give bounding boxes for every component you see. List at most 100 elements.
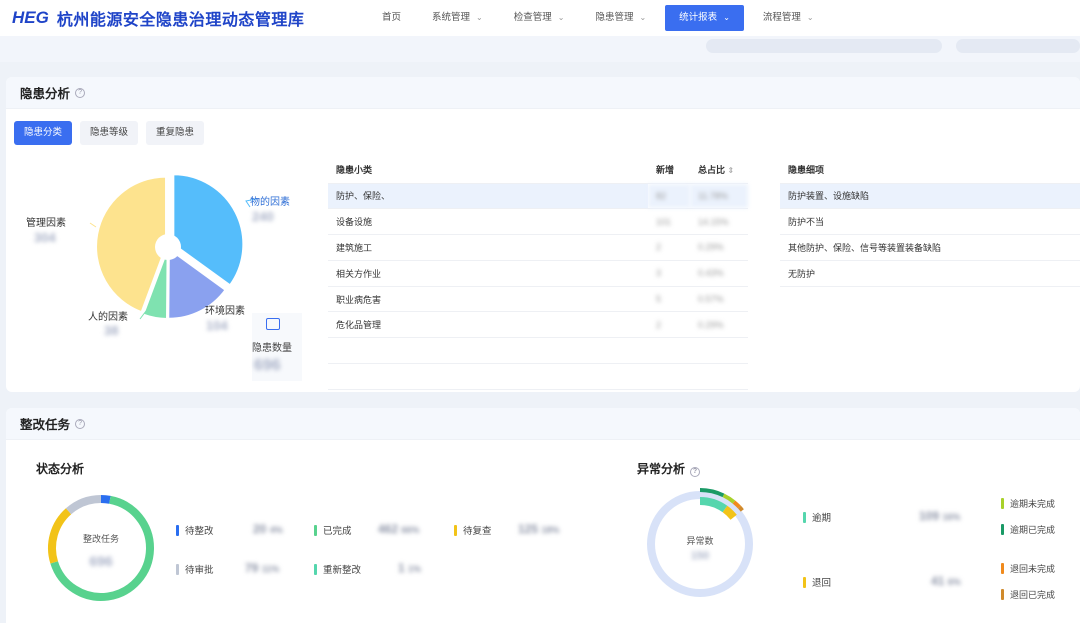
legend-color <box>803 576 806 588</box>
help-icon[interactable]: ? <box>690 467 701 477</box>
chevron-down-icon: ⌄ <box>639 13 647 22</box>
legend-value: 125 18% <box>518 522 560 536</box>
app-title: 杭州能源安全隐患治理动态管理库 <box>56 12 305 29</box>
abnormal-inner-returned[interactable] <box>722 505 737 520</box>
legend-item[interactable]: 待整改 <box>176 523 214 537</box>
cell-new: 101 <box>648 208 690 236</box>
legend-label: 退回已完成 <box>1010 590 1056 600</box>
nav-item-5[interactable]: 流程管理 ⌄ <box>751 5 826 31</box>
pie-label-ren: 人的因素 <box>88 312 128 323</box>
cell-new: 2 <box>648 311 690 339</box>
logo: HEG 杭州能源安全隐患治理动态管理库 <box>0 6 370 30</box>
legend-color <box>1001 589 1004 600</box>
legend-item[interactable]: 待复查 <box>454 523 492 537</box>
chevron-down-icon: ⌄ <box>476 13 483 22</box>
cell-new: 5 <box>648 286 690 313</box>
cell-subcategory: 防护、保险、 <box>328 183 648 210</box>
legend-item[interactable]: 逾期 <box>803 510 831 524</box>
cell-pct: 0.29% <box>690 311 748 339</box>
nav-item-label: 流程管理 <box>762 12 801 23</box>
list-item[interactable]: 无防护 <box>780 260 1080 287</box>
cell-subcategory: 职业病危害 <box>328 286 648 313</box>
legend-label: 退回 <box>812 578 832 589</box>
legend-value: 79 11% <box>245 561 280 575</box>
top-navigation-bar: HEG 杭州能源安全隐患治理动态管理库 首页 系统管理 ⌄ 检查管理 ⌄ 隐患管理 ⌄ 统计报… <box>0 0 1080 36</box>
legend-color <box>314 524 317 536</box>
legend-value: 20 4% <box>253 522 283 536</box>
legend-item[interactable]: 退回已完成 <box>1001 588 1055 601</box>
legend-item[interactable]: 重新整改 <box>314 562 361 576</box>
abnormal-center-label: 异常数 <box>686 536 714 546</box>
legend-item[interactable]: 退回未完成 <box>1001 562 1055 575</box>
nav-item-2[interactable]: 检查管理 ⌄ <box>502 5 577 31</box>
chart-icon <box>266 318 280 330</box>
status-donut-chart <box>48 495 154 601</box>
rectification-card: 整改任务 ? 状态分析 整改任务 696 待整改 20 4% 已完成 462 66% 待… <box>6 408 1080 623</box>
pie-value-guanli: 304 <box>34 230 56 245</box>
abnormal-donut-chart <box>647 488 753 597</box>
pie-label-wu: 物的因素 <box>250 197 290 208</box>
list-item[interactable]: 其他防护、保险、信号等装置装备缺陷 <box>780 234 1080 261</box>
nav-item-1[interactable]: 系统管理 ⌄ <box>420 5 495 31</box>
legend-label: 退回未完成 <box>1010 564 1056 574</box>
legend-color <box>176 524 179 536</box>
chevron-down-icon: ⌄ <box>557 13 565 22</box>
cell-subcategory: 相关方作业 <box>328 260 648 287</box>
status-center-value: 696 <box>89 553 113 569</box>
status-segment-3[interactable] <box>65 495 102 515</box>
abnormal-inner-overdue[interactable] <box>699 497 728 513</box>
table-row[interactable]: 建筑施工 2 0.29% <box>328 234 748 261</box>
table-row[interactable]: 危化品管理 2 0.29% <box>328 311 748 339</box>
legend-color <box>1001 524 1004 535</box>
list-item[interactable]: 防护装置、设施缺陷 <box>780 183 1080 210</box>
cell-subcategory: 设备设施 <box>328 208 648 236</box>
abnormal-outer-returned-done[interactable] <box>738 505 744 512</box>
list-item[interactable]: 防护不当 <box>780 208 1080 236</box>
cell-pct: 11.78% <box>690 183 748 210</box>
legend-item[interactable]: 逾期未完成 <box>1001 497 1055 510</box>
date-range-placeholder[interactable] <box>956 39 1080 53</box>
card-title: 整改任务 <box>20 418 71 432</box>
cell-new: 2 <box>648 234 690 261</box>
table-row[interactable]: 相关方作业 3 0.43% <box>328 260 748 287</box>
sort-icon[interactable]: ⇕ <box>728 166 735 175</box>
cell-detail: 防护不当 <box>780 208 1080 236</box>
total-box: 隐患数量 696 <box>252 313 302 381</box>
chevron-down-icon: ⌄ <box>806 13 814 22</box>
status-center-label: 整改任务 <box>82 534 119 544</box>
status-segment-0[interactable] <box>100 495 111 504</box>
nav-item-label: 首页 <box>382 12 402 23</box>
nav-item-3[interactable]: 隐患管理 ⌄ <box>583 5 658 31</box>
table-row[interactable]: 防护、保险、 82 11.78% <box>328 183 748 210</box>
cell-pct: 0.29% <box>690 234 748 261</box>
nav-item-0[interactable]: 首页 <box>370 5 413 31</box>
search-bar-placeholder[interactable] <box>706 39 942 53</box>
table-row[interactable]: 设备设施 101 14.15% <box>328 208 748 236</box>
pie-label-guanli: 管理因素 <box>26 218 66 229</box>
table-row[interactable]: 职业病危害 5 0.57% <box>328 286 748 313</box>
legend-color <box>1001 498 1004 509</box>
legend-color <box>314 563 317 575</box>
cell-pct: 14.15% <box>690 208 748 236</box>
legend-item[interactable]: 逾期已完成 <box>1001 523 1055 536</box>
main-nav: 首页 系统管理 ⌄ 检查管理 ⌄ 隐患管理 ⌄ 统计报表 ⌄ 流程管理 ⌄ <box>370 5 833 31</box>
pie-value-huanjing: 104 <box>206 318 228 333</box>
guanli-leader-line <box>89 222 97 228</box>
help-icon[interactable]: ? <box>75 418 86 429</box>
chevron-down-icon: ⌄ <box>723 13 730 22</box>
legend-item[interactable]: 待审批 <box>176 562 214 576</box>
legend-label: 逾期已完成 <box>1010 525 1056 535</box>
detail-table: 隐患细项 防护装置、设施缺陷 防护不当 其他防护、保险、信号等装置装备缺陷 无防护 <box>780 157 1080 287</box>
nav-item-4[interactable]: 统计报表 ⌄ <box>665 5 744 31</box>
legend-label: 重新整改 <box>323 565 362 576</box>
cell-subcategory: 危化品管理 <box>328 311 648 339</box>
cell-new: 3 <box>648 260 690 287</box>
pie-value-wu: 240 <box>252 209 274 224</box>
legend-item[interactable]: 退回 <box>803 575 831 589</box>
logo-mark: HEG <box>12 8 49 27</box>
cell-detail: 防护装置、设施缺陷 <box>780 183 1080 210</box>
legend-label: 待整改 <box>185 526 214 537</box>
col-header-pct[interactable]: 总占比 ⇕ <box>690 157 748 184</box>
legend-color <box>803 511 806 523</box>
legend-item[interactable]: 已完成 <box>314 523 352 537</box>
